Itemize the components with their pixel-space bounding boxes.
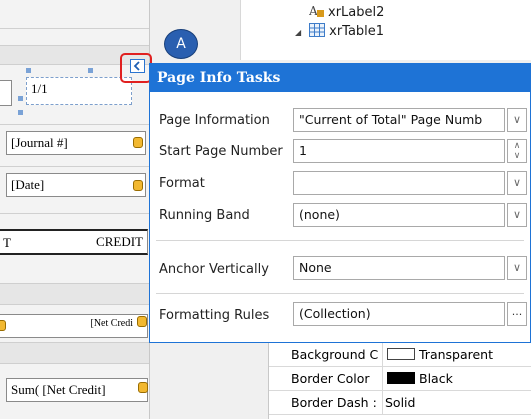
anchor-vertically-dropdown[interactable]: ∨ [507, 256, 527, 280]
selection-handle[interactable] [26, 68, 31, 73]
selection-handle[interactable] [18, 96, 23, 101]
date-field[interactable]: [Date] [6, 173, 146, 197]
start-page-number-label: Start Page Number [159, 144, 283, 159]
band-separator [0, 213, 149, 214]
svg-text:A: A [309, 4, 318, 18]
chevron-left-icon [133, 61, 140, 71]
property-row-background-color[interactable]: Background C Transparent [269, 343, 531, 367]
property-row-border-dash[interactable]: Border Dash : Solid [269, 391, 531, 415]
sum-net-credit-field[interactable]: Sum( [Net Credit] [6, 378, 148, 402]
smart-tag-icon[interactable] [0, 320, 6, 331]
band-header [0, 283, 149, 305]
journal-field[interactable]: [Journal #] [6, 131, 146, 155]
color-swatch [387, 348, 415, 360]
table-icon [309, 23, 327, 37]
start-page-number-input[interactable]: 1 [293, 139, 505, 163]
smart-tag-icon[interactable] [137, 316, 147, 327]
panel-title: Page Info Tasks [150, 64, 530, 92]
property-row-border-color[interactable]: Border Color Black [269, 367, 531, 391]
chevron-down-icon: ∨ [512, 261, 522, 274]
selection-handle[interactable] [88, 68, 93, 73]
format-label: Format [159, 176, 205, 191]
property-name: Border Color [269, 367, 383, 391]
tree-item-xrtable1[interactable]: ◢ xrTable1 [295, 23, 384, 39]
selection-handle[interactable] [18, 110, 23, 115]
band-separator [0, 166, 149, 167]
section-divider [156, 293, 524, 294]
formatting-rules-label: Formatting Rules [159, 308, 270, 323]
band-separator [0, 124, 149, 125]
property-name: Border Dash : [269, 391, 383, 415]
chevron-down-icon: ∨ [512, 176, 522, 189]
page-information-label: Page Information [159, 113, 270, 128]
anchor-vertically-label: Anchor Vertically [159, 262, 269, 277]
property-name: Background C [269, 343, 383, 367]
collapse-arrow-icon[interactable]: ◢ [295, 28, 305, 37]
smart-tag-button[interactable] [130, 59, 145, 73]
band-separator [0, 28, 149, 29]
color-swatch [387, 372, 415, 384]
label-icon: A [308, 4, 325, 18]
property-grid: Background C Transparent Border Color Bl… [268, 343, 531, 419]
page-information-dropdown[interactable]: ∨ [507, 108, 527, 132]
running-band-dropdown[interactable]: ∨ [507, 203, 527, 227]
start-page-number-spinner[interactable]: ∧ ∨ [507, 139, 527, 163]
anchor-vertically-select[interactable]: None [293, 256, 505, 280]
band-header [0, 342, 149, 364]
running-band-label: Running Band [159, 208, 250, 223]
callout-marker: A [164, 29, 198, 59]
page-information-select[interactable]: "Current of Total" Page Numb [293, 108, 505, 132]
chevron-down-icon: ∨ [512, 113, 522, 126]
report-field-fragment[interactable] [0, 80, 12, 106]
spin-up-icon[interactable]: ∧ [508, 141, 526, 151]
page-info-field[interactable]: 1/1 [26, 77, 132, 105]
credit-header-cell[interactable]: T CREDIT [0, 229, 148, 255]
tree-item-xrlabel2[interactable]: A xrLabel2 [308, 4, 384, 20]
page-info-tasks-panel: Page Info Tasks Page Information "Curren… [149, 63, 531, 343]
format-select[interactable] [293, 171, 505, 195]
formatting-rules-ellipsis-button[interactable]: ... [507, 302, 527, 326]
smart-tag-icon[interactable] [138, 382, 148, 393]
smart-tag-icon[interactable] [133, 137, 143, 148]
page-info-text: 1/1 [31, 81, 48, 96]
net-credit-field[interactable]: [Net Credi [0, 314, 148, 338]
format-dropdown[interactable]: ∨ [507, 171, 527, 195]
property-value[interactable]: Transparent [387, 347, 493, 362]
running-band-select[interactable]: (none) [293, 203, 505, 227]
chevron-down-icon: ∨ [512, 208, 522, 221]
formatting-rules-field[interactable]: (Collection) [293, 302, 505, 326]
report-explorer-tree: A xrLabel2 ◢ xrTable1 [240, 0, 531, 60]
property-value[interactable]: Black [387, 371, 453, 386]
smart-tag-icon[interactable] [133, 180, 143, 191]
property-value[interactable]: Solid [385, 395, 415, 410]
section-divider [156, 240, 524, 241]
spin-down-icon[interactable]: ∨ [508, 151, 526, 161]
